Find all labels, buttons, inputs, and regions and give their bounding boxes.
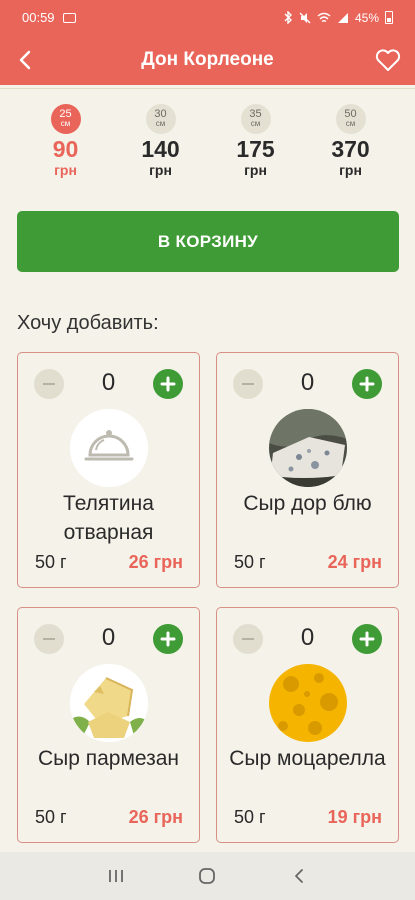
back-button[interactable]: [10, 45, 40, 75]
size-currency: грн: [244, 162, 267, 178]
topping-weight: 50 г: [234, 807, 266, 827]
plus-icon: [160, 376, 176, 392]
home-icon: [199, 868, 216, 884]
topping-name: Сыр моцарелла: [229, 747, 386, 770]
divider: [0, 88, 415, 89]
heart-icon: [375, 48, 401, 71]
status-time: 00:59: [22, 10, 55, 25]
topping-price: 26 грн: [128, 807, 183, 827]
size-price: 140: [141, 136, 180, 162]
plus-icon: [359, 376, 375, 392]
recent-apps-icon: [108, 870, 123, 882]
topping-name: Сыр пармезан: [37, 747, 180, 770]
signal-icon: [337, 12, 348, 23]
status-bar: 00:59 45%: [0, 0, 415, 35]
battery-icon: [385, 11, 393, 24]
topping-weight: 50 г: [35, 807, 67, 827]
back-arrow-icon: [295, 869, 304, 883]
quantity-stepper: 0: [18, 353, 199, 411]
size-price: 370: [331, 136, 370, 162]
size-currency: грн: [54, 162, 77, 178]
quantity-stepper: 0: [217, 608, 398, 666]
increase-button[interactable]: [153, 624, 183, 654]
topping-card: 0 Телятина отварная 50 г 26 грн: [17, 352, 200, 588]
battery-percent: 45%: [354, 10, 379, 25]
size-price: 175: [236, 136, 275, 162]
plus-icon: [359, 631, 375, 647]
size-badge: 30 см: [145, 104, 176, 134]
size-option-50[interactable]: 50 см 370 грн: [303, 104, 398, 178]
favorite-button[interactable]: [373, 45, 403, 75]
chevron-left-icon: [19, 50, 31, 70]
topping-weight: 50 г: [234, 552, 266, 572]
size-price: 90: [52, 136, 79, 162]
size-badge: 25 см: [50, 104, 81, 134]
mute-icon: [299, 12, 311, 23]
page-title: Дон Корлеоне: [141, 49, 274, 70]
topping-price: 26 грн: [128, 552, 183, 572]
size-badge: 50 см: [335, 104, 366, 134]
increase-button[interactable]: [153, 369, 183, 399]
topping-price: 19 грн: [327, 807, 382, 827]
increase-button[interactable]: [352, 624, 382, 654]
size-option-30[interactable]: 30 см 140 грн: [113, 104, 208, 178]
parmesan-photo: [69, 664, 148, 742]
app-bar: Дон Корлеоне: [0, 35, 415, 85]
topping-weight: 50 г: [35, 552, 67, 572]
topping-price: 24 грн: [327, 552, 382, 572]
topping-card: 0 Сыр моцарелла 50 г 19 грн: [216, 607, 399, 843]
bluetooth-icon: [284, 11, 292, 24]
topping-card: 0 Сыр пармезан 50 г 26 грн: [17, 607, 200, 843]
system-back-button[interactable]: [279, 856, 319, 896]
increase-button[interactable]: [352, 369, 382, 399]
recent-apps-button[interactable]: [96, 856, 136, 896]
cloche-icon: [69, 409, 148, 487]
status-icons: 45%: [284, 11, 393, 25]
home-button[interactable]: [187, 856, 227, 896]
size-currency: грн: [149, 162, 172, 178]
size-option-35[interactable]: 35 см 175 грн: [208, 104, 303, 178]
quantity-stepper: 0: [18, 608, 199, 666]
wifi-icon: [317, 12, 331, 22]
add-to-cart-button[interactable]: В КОРЗИНУ: [17, 211, 399, 272]
size-currency: грн: [339, 162, 362, 178]
swiss-cheese-photo: [268, 664, 347, 742]
gallery-notification-icon: [62, 12, 76, 23]
topping-card: 0 Сыр дор блю 50 г 24 грн: [216, 352, 399, 588]
size-badge: 35 см: [240, 104, 271, 134]
size-selector: 25 см 90 грн 30 см 140 грн 35 см 175 грн…: [0, 104, 415, 178]
topping-name: Сыр дор блю: [243, 492, 372, 515]
add-ons-heading: Хочу добавить:: [17, 312, 159, 334]
blue-cheese-photo: [268, 409, 347, 487]
system-nav-bar: [0, 852, 415, 900]
quantity-stepper: 0: [217, 353, 398, 411]
topping-name: Телятина отварная: [63, 492, 154, 544]
plus-icon: [160, 631, 176, 647]
size-option-25[interactable]: 25 см 90 грн: [18, 104, 113, 178]
